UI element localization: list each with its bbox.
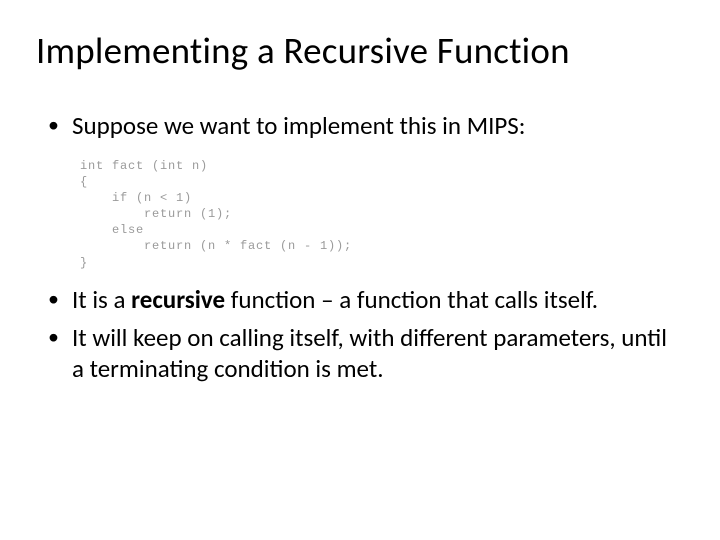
bullet-text-post: function – a function that calls itself. [225, 284, 598, 315]
bullet-item: It is a recursive function – a function … [44, 285, 684, 316]
slide-title: Implementing a Recursive Function [36, 28, 684, 73]
bullet-text-bold: recursive [131, 284, 225, 315]
slide: Implementing a Recursive Function Suppos… [0, 0, 720, 540]
code-text: int fact (int n) { if (n < 1) return (1)… [80, 158, 352, 271]
bullet-item: Suppose we want to implement this in MIP… [44, 111, 684, 142]
bullet-text: Suppose we want to implement this in MIP… [72, 110, 525, 141]
bullet-list: Suppose we want to implement this in MIP… [44, 111, 684, 142]
bullet-list: It is a recursive function – a function … [44, 285, 684, 385]
bullet-item: It will keep on calling itself, with dif… [44, 323, 684, 384]
bullet-text: It will keep on calling itself, with dif… [72, 322, 667, 384]
code-snippet: int fact (int n) { if (n < 1) return (1)… [74, 154, 362, 275]
bullet-text-pre: It is a [72, 284, 131, 315]
